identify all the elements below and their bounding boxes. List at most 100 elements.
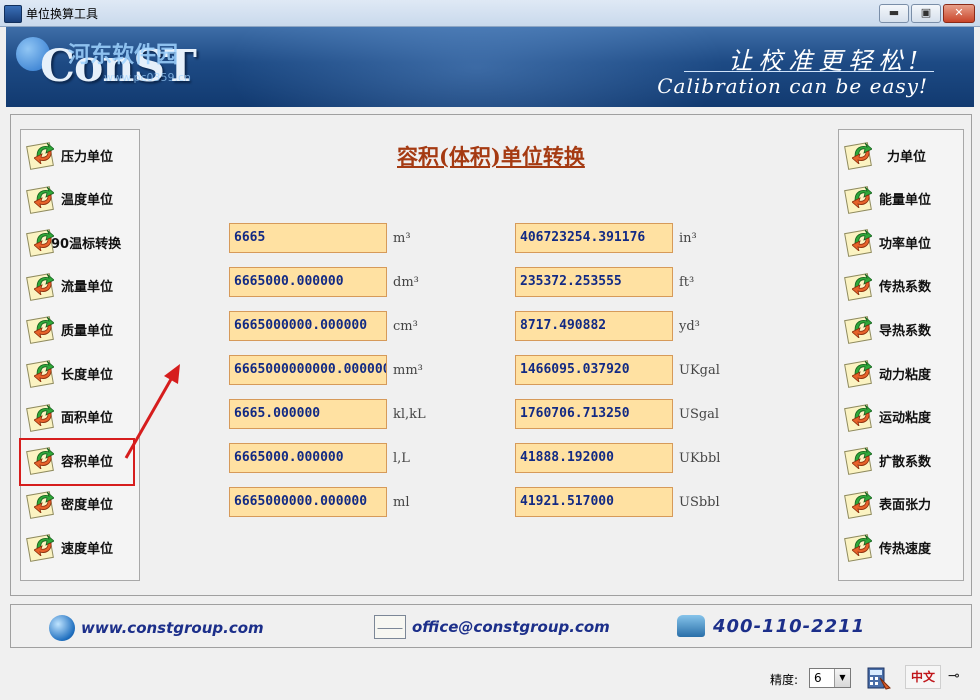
maximize-button[interactable]: ▣ [911, 4, 941, 23]
unit-convert-icon [25, 314, 55, 345]
pin-icon[interactable]: ⊸ [948, 668, 960, 684]
website-link[interactable]: www.constgroup.com [49, 615, 264, 641]
value-input[interactable]: 406723254.391176 [515, 223, 673, 253]
value-input[interactable]: 6665.000000 [229, 399, 387, 429]
nav-item-label: 传热系数 [879, 280, 932, 296]
left-nav-item[interactable]: 速度单位 [25, 530, 113, 564]
slogan-divider [684, 71, 934, 72]
envelope-icon [374, 615, 406, 639]
right-nav-item[interactable]: 运动粘度 [843, 400, 931, 434]
left-nav-item[interactable]: 面积单位 [25, 400, 113, 434]
unit-label: mm³ [393, 363, 423, 378]
nav-item-label: 导热系数 [879, 323, 932, 339]
unit-convert-icon [843, 271, 873, 301]
unit-convert-icon [843, 227, 873, 258]
right-nav-item[interactable]: 能量单位 [843, 182, 931, 216]
left-nav-item[interactable]: 90温标转换 [25, 225, 121, 259]
email-text: office@constgroup.com [412, 618, 610, 636]
watermark-text: 河东软件园 [68, 43, 179, 68]
value-input[interactable]: 6665000000.000000 [229, 487, 387, 517]
unit-label: in³ [679, 231, 697, 246]
close-button[interactable]: ✕ [943, 4, 975, 23]
website-text: www.constgroup.com [81, 619, 264, 637]
nav-item-label: 压力单位 [61, 149, 114, 165]
chevron-down-icon[interactable]: ▼ [834, 669, 850, 687]
unit-label: ft³ [679, 275, 695, 290]
unit-label: UKgal [679, 363, 720, 378]
precision-value: 6 [814, 671, 822, 685]
value-input[interactable]: 1466095.037920 [515, 355, 673, 385]
left-nav-item[interactable]: 密度单位 [25, 487, 113, 521]
value-input[interactable]: 1760706.713250 [515, 399, 673, 429]
right-nav-item[interactable]: 扩散系数 [843, 443, 931, 477]
right-nav-item[interactable]: 传热系数 [843, 269, 931, 303]
right-nav-item[interactable]: 力单位 [843, 138, 926, 172]
unit-convert-icon [843, 489, 873, 519]
email-link[interactable]: office@constgroup.com [374, 615, 610, 639]
title-bar: 单位换算工具 ▬ ▣ ✕ [0, 0, 980, 27]
unit-label: m³ [393, 231, 411, 246]
value-input[interactable]: 6665000000.000000 [229, 311, 387, 341]
unit-convert-icon [843, 445, 873, 476]
annotation-arrow-icon [124, 364, 180, 459]
right-nav-item[interactable]: 传热速度 [843, 530, 931, 564]
nav-item-label: 质量单位 [61, 323, 114, 339]
nav-item-label: 流量单位 [61, 280, 114, 296]
unit-convert-icon [843, 140, 873, 170]
nav-item-label: 动力粘度 [879, 367, 932, 383]
value-input[interactable]: 8717.490882 [515, 311, 673, 341]
value-input[interactable]: 6665000000000.000000 [229, 355, 387, 385]
phone-text: 400-110-2211 [713, 615, 866, 637]
value-input[interactable]: 6665000.000000 [229, 267, 387, 297]
precision-select[interactable]: 6 ▼ [809, 668, 851, 688]
value-input[interactable]: 41921.517000 [515, 487, 673, 517]
unit-convert-icon [25, 140, 55, 170]
unit-convert-icon [843, 402, 873, 432]
nav-item-label: 力单位 [887, 149, 927, 165]
unit-convert-icon [25, 489, 55, 519]
unit-label: dm³ [393, 275, 419, 290]
value-input[interactable]: 41888.192000 [515, 443, 673, 473]
unit-label: kl,kL [393, 407, 426, 422]
nav-item-label: 扩散系数 [879, 454, 932, 470]
nav-item-label: 90温标转换 [51, 236, 122, 252]
unit-convert-icon [25, 184, 55, 214]
left-nav-item[interactable]: 温度单位 [25, 182, 113, 216]
nav-item-label: 传热速度 [879, 541, 932, 557]
unit-convert-icon [25, 532, 55, 563]
minimize-button[interactable]: ▬ [879, 4, 909, 23]
left-nav-item[interactable]: 长度单位 [25, 356, 113, 390]
globe-icon [49, 615, 75, 641]
right-nav-item[interactable]: 导热系数 [843, 312, 931, 346]
telephone-icon [677, 615, 705, 637]
value-input[interactable]: 6665 [229, 223, 387, 253]
calculator-icon[interactable] [866, 664, 892, 690]
app-icon [4, 5, 22, 23]
watermark-url: www.pc0359.cn [104, 71, 192, 84]
unit-convert-icon [843, 358, 873, 388]
right-nav-item[interactable]: 表面张力 [843, 487, 931, 521]
nav-item-label: 功率单位 [879, 236, 932, 252]
unit-label: USgal [679, 407, 720, 422]
language-button[interactable]: 中文 [905, 665, 941, 689]
value-input[interactable]: 235372.253555 [515, 267, 673, 297]
unit-label: ml [393, 495, 410, 510]
main-panel [10, 114, 972, 596]
right-nav-item[interactable]: 功率单位 [843, 225, 931, 259]
unit-label: UKbbl [679, 451, 721, 466]
right-nav-item[interactable]: 动力粘度 [843, 356, 931, 390]
contact-footer: www.constgroup.com office@constgroup.com… [10, 604, 972, 648]
value-input[interactable]: 6665000.000000 [229, 443, 387, 473]
nav-item-label: 表面张力 [879, 498, 932, 514]
unit-label: cm³ [393, 319, 418, 334]
left-nav-item[interactable]: 流量单位 [25, 269, 113, 303]
selected-nav-highlight [19, 438, 135, 486]
left-nav-item[interactable]: 质量单位 [25, 312, 113, 346]
left-nav-item[interactable]: 压力单位 [25, 138, 113, 172]
page-title: 容积(体积)单位转换 [397, 144, 585, 169]
unit-convert-icon [25, 227, 55, 258]
nav-item-label: 运动粘度 [879, 411, 932, 427]
right-nav-panel: 力单位能量单位功率单位传热系数导热系数动力粘度运动粘度扩散系数表面张力传热速度 [838, 129, 964, 581]
nav-item-label: 温度单位 [61, 193, 114, 209]
nav-item-label: 长度单位 [61, 367, 114, 383]
